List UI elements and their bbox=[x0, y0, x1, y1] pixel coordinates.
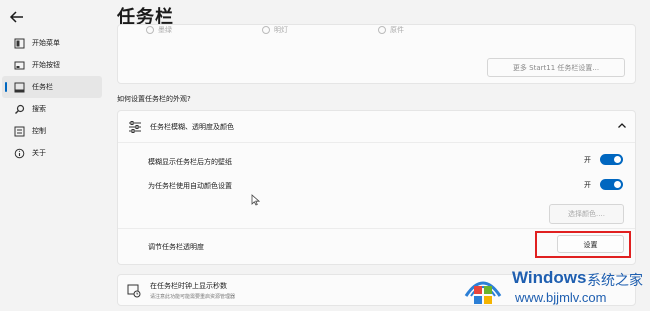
sidebar-item-label: 搜索 bbox=[32, 105, 46, 113]
transparency-label: 调节任务栏透明度 bbox=[148, 243, 204, 251]
sidebar-item-label: 开始按钮 bbox=[32, 61, 60, 69]
style-radio[interactable]: 原件 bbox=[378, 25, 404, 35]
toggle-state-text: 开 bbox=[584, 180, 591, 189]
sidebar-item-taskbar[interactable]: 任务栏 bbox=[2, 76, 102, 98]
sidebar-item-search[interactable]: 搜索 bbox=[2, 98, 102, 120]
info-icon bbox=[14, 148, 25, 159]
sliders-icon bbox=[129, 120, 141, 133]
back-arrow-icon[interactable] bbox=[8, 8, 26, 26]
chevron-up-icon[interactable] bbox=[617, 121, 627, 131]
watermark-brand: Windows bbox=[512, 268, 587, 287]
expander-header[interactable]: 任务栏模糊、透明度及颜色 bbox=[118, 111, 635, 143]
sidebar-item-control[interactable]: 控制 bbox=[2, 120, 102, 142]
mouse-cursor-icon bbox=[251, 194, 260, 206]
sidebar-item-label: 开始菜单 bbox=[32, 39, 60, 47]
watermark-suffix: 系统之家 bbox=[587, 273, 643, 289]
style-radio[interactable]: 墨绿 bbox=[146, 25, 172, 35]
choose-color-button[interactable]: 选择颜色.... bbox=[549, 204, 624, 224]
appearance-section-label: 如何设置任务栏的外观? bbox=[117, 95, 191, 103]
style-radio[interactable]: 明灯 bbox=[262, 25, 288, 35]
windows-logo-icon bbox=[464, 281, 502, 304]
divider bbox=[118, 228, 635, 229]
sidebar-item-label: 关于 bbox=[32, 149, 46, 157]
control-icon bbox=[14, 126, 25, 137]
blur-wallpaper-toggle[interactable] bbox=[600, 154, 623, 165]
search-icon bbox=[14, 104, 25, 115]
blur-wallpaper-toggle-group: 开 bbox=[584, 154, 623, 165]
sidebar-item-start-button[interactable]: 开始按钮 bbox=[2, 54, 102, 76]
start-button-icon bbox=[14, 60, 25, 71]
clock-seconds-subtitle: 请注意此功能可能需要重启资源管理器 bbox=[150, 294, 236, 300]
sidebar-item-label: 控制 bbox=[32, 127, 46, 135]
watermark-url: www.bjjmlv.com bbox=[515, 290, 607, 305]
clock-icon bbox=[127, 284, 141, 298]
sidebar-item-about[interactable]: 关于 bbox=[2, 142, 102, 164]
more-start11-settings-button[interactable]: 更多 Start11 任务栏设置... bbox=[487, 58, 625, 77]
style-radio-group: 墨绿 明灯 原件 bbox=[146, 25, 404, 35]
blur-wallpaper-label: 模糊显示任务栏后方的壁纸 bbox=[148, 158, 232, 166]
expander-title: 任务栏模糊、透明度及颜色 bbox=[150, 122, 234, 131]
sidebar-nav: 开始菜单 开始按钮 任务栏 搜索 控制 关于 bbox=[0, 32, 104, 164]
highlight-box bbox=[535, 231, 631, 258]
toggle-state-text: 开 bbox=[584, 155, 591, 164]
auto-color-toggle-group: 开 bbox=[584, 179, 623, 190]
watermark: Windows 系统之家 www.bjjmlv.com bbox=[462, 264, 648, 310]
sidebar-item-label: 任务栏 bbox=[32, 83, 53, 91]
taskbar-icon bbox=[14, 82, 25, 93]
auto-color-label: 为任务栏使用自动颜色设置 bbox=[148, 182, 232, 190]
start-menu-icon bbox=[14, 38, 25, 49]
clock-seconds-title: 在任务栏时钟上显示秒数 bbox=[150, 282, 227, 290]
sidebar-item-start-menu[interactable]: 开始菜单 bbox=[2, 32, 102, 54]
auto-color-toggle[interactable] bbox=[600, 179, 623, 190]
taskbar-style-card: 墨绿 明灯 原件 更多 Start11 任务栏设置... bbox=[117, 24, 636, 84]
